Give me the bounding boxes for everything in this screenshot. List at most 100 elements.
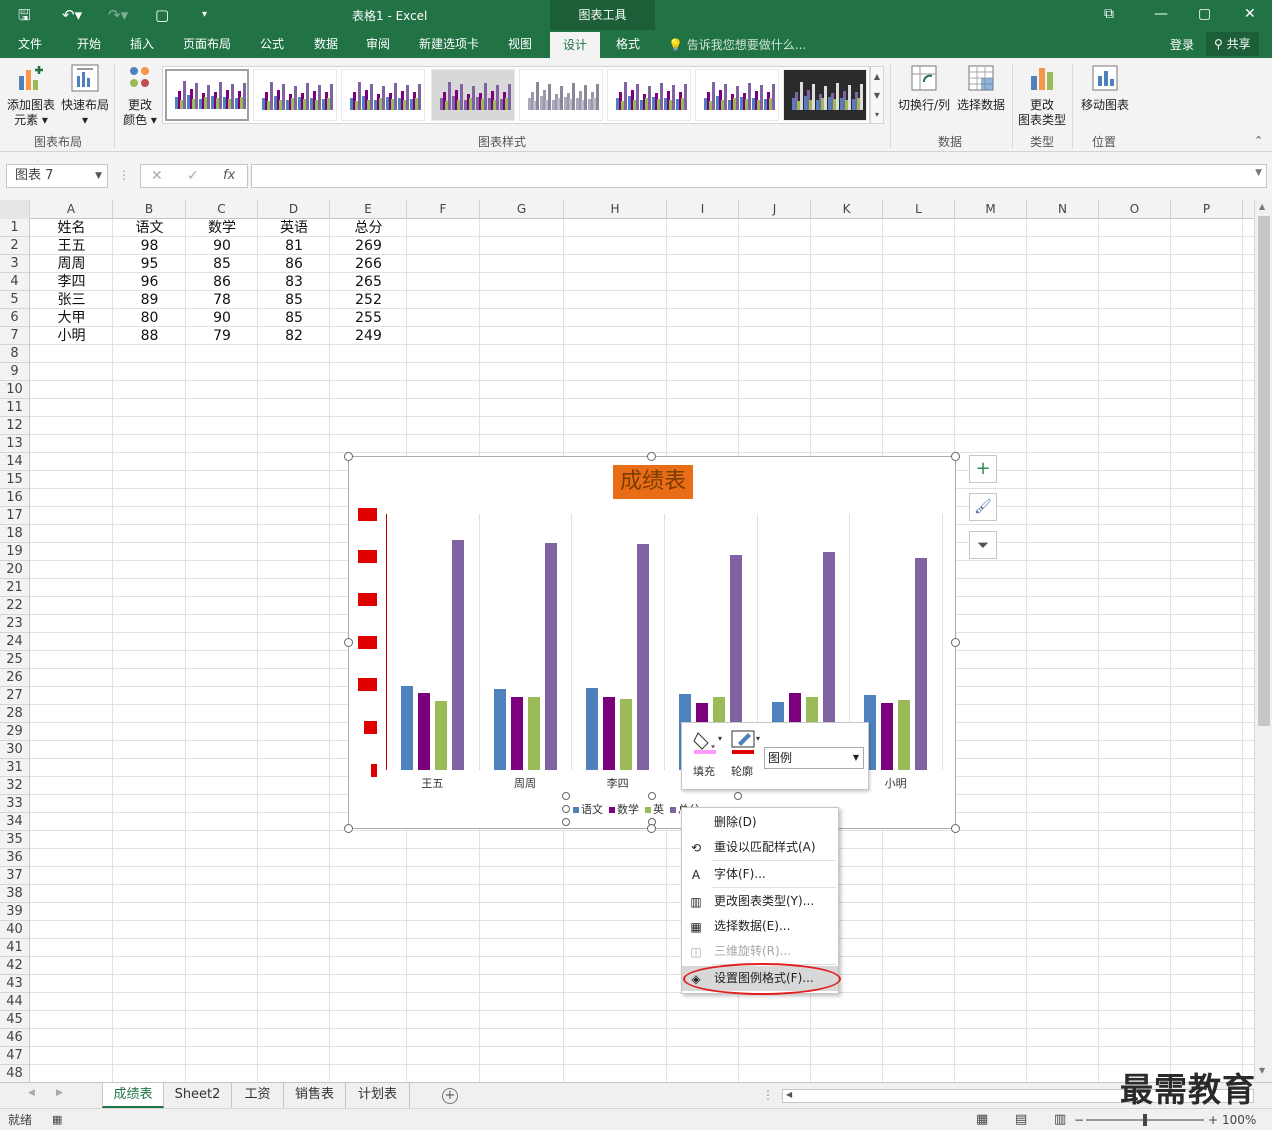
table-cell[interactable]: 89 (113, 291, 186, 309)
chart-resize-handle[interactable] (344, 824, 353, 833)
tab-data[interactable]: 数据 (304, 30, 348, 58)
legend-selection-handle[interactable] (648, 792, 656, 800)
table-cell[interactable]: 88 (113, 327, 186, 345)
row-header-17[interactable]: 17 (0, 507, 30, 525)
share-button[interactable]: ⚲ 共享 (1206, 32, 1259, 56)
sheet-tab-sheet2[interactable]: Sheet2 (164, 1083, 232, 1108)
row-header-5[interactable]: 5 (0, 291, 30, 309)
table-cell[interactable]: 86 (258, 255, 330, 273)
sheet-tab-sales[interactable]: 销售表 (284, 1083, 346, 1108)
context-menu-item[interactable]: ▦ 选择数据(E)... (682, 914, 838, 939)
bar-英语[interactable] (527, 696, 540, 770)
tab-review[interactable]: 审阅 (356, 30, 400, 58)
row-header-48[interactable]: 48 (0, 1065, 30, 1082)
table-cell[interactable]: 语文 (113, 219, 186, 237)
tab-format[interactable]: 格式 (606, 30, 650, 58)
row-header-14[interactable]: 14 (0, 453, 30, 471)
switch-row-column-button[interactable]: 切换行/列 (896, 62, 952, 113)
row-header-28[interactable]: 28 (0, 705, 30, 723)
bar-总分[interactable] (544, 543, 557, 770)
column-header-j[interactable]: J (739, 200, 811, 219)
column-header-b[interactable]: B (113, 200, 186, 219)
chart-style-thumbnail[interactable] (607, 69, 691, 121)
table-cell[interactable]: 249 (330, 327, 407, 345)
bar-数学[interactable] (603, 696, 616, 770)
value-axis-tick-label[interactable] (358, 550, 377, 564)
table-cell[interactable]: 95 (113, 255, 186, 273)
value-axis-tick-label[interactable] (371, 763, 377, 777)
zoom-slider-knob[interactable] (1143, 1114, 1147, 1126)
gallery-scroll[interactable]: ▲ ▼ ▾ (870, 66, 884, 124)
tab-new-tab[interactable]: 新建选项卡 (410, 30, 488, 58)
legend-entry[interactable]: 数学 (603, 803, 639, 816)
chart-elements-plus-icon[interactable]: + (969, 455, 997, 483)
chart-style-thumbnail[interactable] (165, 69, 249, 121)
table-cell[interactable]: 81 (258, 237, 330, 255)
chart-element-selector[interactable]: 图例 ▼ (764, 747, 864, 769)
expand-formula-icon[interactable]: ▼ (1255, 168, 1262, 178)
scroll-left-icon[interactable]: ◀ (786, 1090, 792, 1099)
table-cell[interactable]: 数学 (186, 219, 258, 237)
chart-resize-handle[interactable] (647, 452, 656, 461)
row-header-27[interactable]: 27 (0, 687, 30, 705)
zoom-level[interactable]: 100% (1222, 1109, 1256, 1130)
tab-formulas[interactable]: 公式 (250, 30, 294, 58)
chart-style-thumbnail[interactable] (695, 69, 779, 121)
row-header-37[interactable]: 37 (0, 867, 30, 885)
column-header-i[interactable]: I (667, 200, 739, 219)
chart-filters-funnel-icon[interactable]: ⏷ (969, 531, 997, 559)
sheet-tab-plan[interactable]: 计划表 (346, 1083, 410, 1108)
column-header-h[interactable]: H (564, 200, 667, 219)
table-cell[interactable]: 姓名 (30, 219, 113, 237)
table-cell[interactable]: 83 (258, 273, 330, 291)
category-axis-label[interactable]: 王五 (402, 775, 462, 791)
close-icon[interactable]: ✕ (1244, 4, 1256, 24)
table-cell[interactable]: 86 (186, 273, 258, 291)
row-header-42[interactable]: 42 (0, 957, 30, 975)
category-axis-label[interactable]: 周周 (495, 775, 555, 791)
category-axis-label[interactable]: 李四 (588, 775, 648, 791)
table-cell[interactable]: 85 (186, 255, 258, 273)
row-header-22[interactable]: 22 (0, 597, 30, 615)
chart-resize-handle[interactable] (344, 638, 353, 647)
legend-entry[interactable]: 英 (639, 803, 664, 816)
legend-selection-handle[interactable] (562, 792, 570, 800)
row-header-46[interactable]: 46 (0, 1029, 30, 1047)
value-axis-tick-label[interactable] (358, 507, 377, 521)
page-layout-view-icon[interactable]: ▤ (1015, 1109, 1027, 1130)
insert-function-icon[interactable]: fx (223, 165, 235, 187)
column-header-n[interactable]: N (1027, 200, 1099, 219)
chart-title[interactable]: 成绩表 (613, 465, 693, 499)
row-header-30[interactable]: 30 (0, 741, 30, 759)
gallery-more-icon[interactable]: ▾ (871, 105, 883, 124)
table-cell[interactable]: 269 (330, 237, 407, 255)
normal-view-icon[interactable]: ▦ (976, 1109, 988, 1130)
ribbon-display-options-icon[interactable]: ⧉ (1104, 4, 1114, 24)
row-header-16[interactable]: 16 (0, 489, 30, 507)
legend-selection-handle[interactable] (562, 805, 570, 813)
change-colors-button[interactable]: 更改 颜色 ▾ (118, 62, 162, 128)
next-sheet-icon[interactable]: ▶ (56, 1088, 63, 1098)
column-header-g[interactable]: G (480, 200, 564, 219)
tell-me-search[interactable]: 💡 告诉我您想要做什么... (668, 36, 806, 53)
legend-selection-handle[interactable] (734, 792, 742, 800)
zoom-out-icon[interactable]: − (1074, 1109, 1084, 1130)
table-cell[interactable]: 96 (113, 273, 186, 291)
column-header-f[interactable]: F (407, 200, 480, 219)
column-header-a[interactable]: A (30, 200, 113, 219)
table-cell[interactable]: 王五 (30, 237, 113, 255)
tab-home[interactable]: 开始 (66, 30, 112, 58)
bar-英语[interactable] (898, 700, 911, 770)
value-axis-tick-label[interactable] (358, 592, 377, 606)
table-cell[interactable]: 85 (258, 291, 330, 309)
row-header-19[interactable]: 19 (0, 543, 30, 561)
row-header-35[interactable]: 35 (0, 831, 30, 849)
context-menu-item[interactable]: ⟲ 重设以匹配样式(A) (682, 835, 838, 860)
row-header-6[interactable]: 6 (0, 309, 30, 327)
bar-数学[interactable] (418, 693, 430, 770)
quick-layout-button[interactable]: 快速布局 ▾ (58, 62, 112, 128)
row-header-43[interactable]: 43 (0, 975, 30, 993)
row-header-32[interactable]: 32 (0, 777, 30, 795)
row-header-34[interactable]: 34 (0, 813, 30, 831)
bar-语文[interactable] (401, 686, 413, 770)
